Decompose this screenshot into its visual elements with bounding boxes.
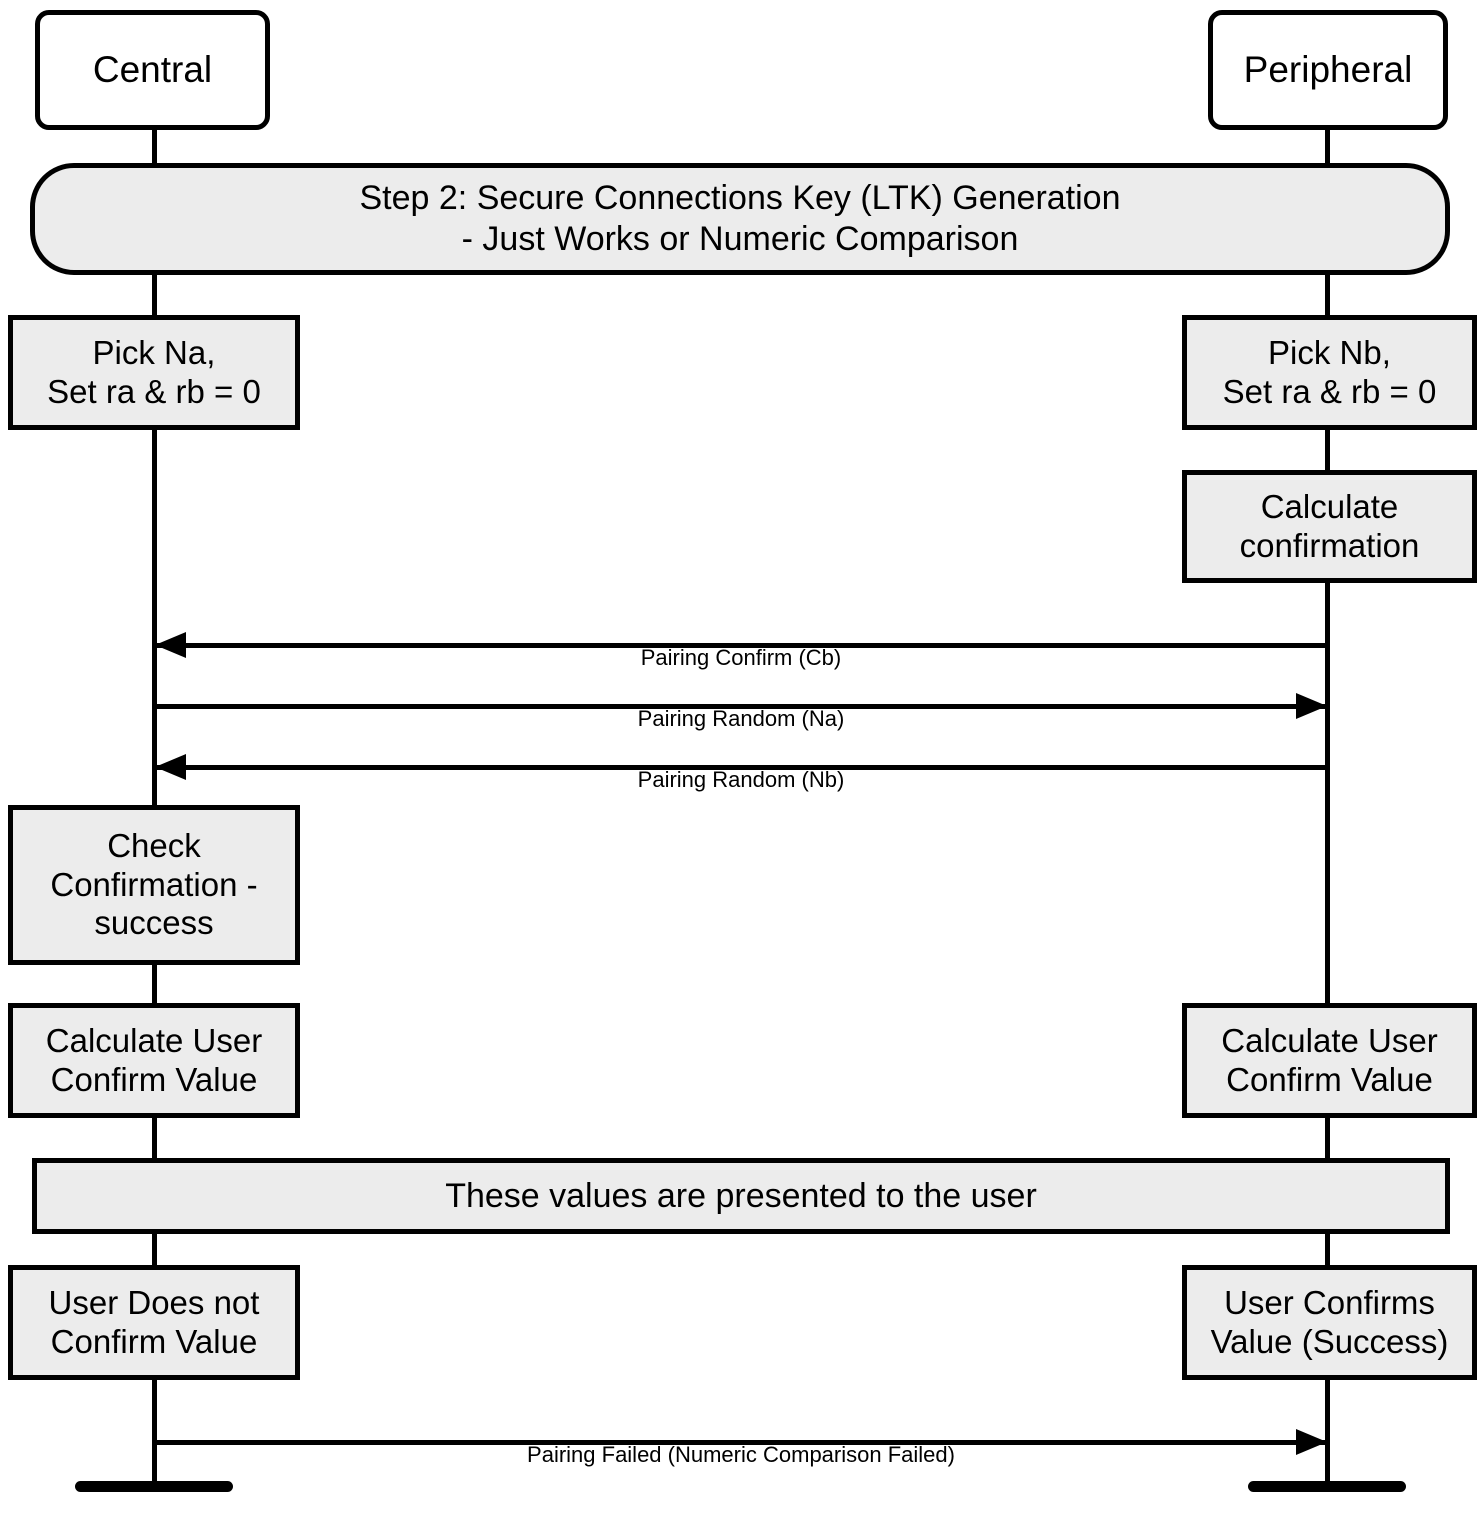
note-check-confirmation-line-3: success bbox=[94, 904, 214, 942]
msg-pairing-random-nb-label: Pairing Random (Nb) bbox=[637, 767, 845, 792]
banner-step-2-line-2: - Just Works or Numeric Comparison bbox=[461, 220, 1019, 258]
note-calculate-confirmation: Calculate confirmation bbox=[1182, 470, 1477, 583]
banner-step-2-line-1: Step 2: Secure Connections Key (LTK) Gen… bbox=[359, 179, 1121, 218]
actor-central[interactable]: Central bbox=[35, 10, 270, 130]
sequence-diagram-canvas: Central Peripheral Step 2: Secure Connec… bbox=[0, 0, 1480, 1522]
actor-peripheral[interactable]: Peripheral bbox=[1208, 10, 1448, 130]
note-calc-user-confirm-left-line-1: Calculate User bbox=[45, 1021, 263, 1059]
note-pick-nb-line-2: Set ra & rb = 0 bbox=[1222, 372, 1437, 410]
banner-values-presented: These values are presented to the user bbox=[32, 1158, 1450, 1234]
note-pick-na-line-2: Set ra & rb = 0 bbox=[47, 372, 261, 410]
lifeline-end-peripheral bbox=[1248, 1481, 1406, 1492]
note-calc-user-confirm-right-line-1: Calculate User bbox=[1221, 1021, 1438, 1059]
note-pick-na: Pick Na, Set ra & rb = 0 bbox=[8, 315, 300, 430]
msg-pairing-failed[interactable]: Pairing Failed (Numeric Comparison Faile… bbox=[155, 1429, 1327, 1480]
note-user-not-confirm-line-1: User Does not bbox=[48, 1283, 260, 1321]
note-user-confirms-line-2: Value (Success) bbox=[1210, 1322, 1449, 1360]
note-check-confirmation: Check Confirmation - success bbox=[8, 805, 300, 965]
note-user-confirms-line-1: User Confirms bbox=[1224, 1283, 1435, 1321]
actor-peripheral-label: Peripheral bbox=[1243, 48, 1413, 90]
note-check-confirmation-line-1: Check bbox=[107, 826, 201, 864]
note-pick-na-line-1: Pick Na, bbox=[92, 333, 216, 371]
note-calculate-confirmation-line-1: Calculate bbox=[1260, 487, 1399, 525]
note-calculate-confirmation-line-2: confirmation bbox=[1239, 526, 1420, 564]
note-pick-nb: Pick Nb, Set ra & rb = 0 bbox=[1182, 315, 1477, 430]
note-user-does-not-confirm: User Does not Confirm Value bbox=[8, 1265, 300, 1380]
note-calculate-user-confirm-value-peripheral: Calculate User Confirm Value bbox=[1182, 1003, 1477, 1118]
note-pick-nb-line-1: Pick Nb, bbox=[1268, 333, 1391, 371]
note-user-confirms-value: User Confirms Value (Success) bbox=[1182, 1265, 1477, 1380]
banner-values-presented-label: These values are presented to the user bbox=[445, 1176, 1037, 1215]
actor-central-label: Central bbox=[92, 48, 213, 90]
note-calculate-user-confirm-value-central: Calculate User Confirm Value bbox=[8, 1003, 300, 1118]
msg-pairing-random-na-label: Pairing Random (Na) bbox=[637, 706, 845, 731]
msg-pairing-confirm-cb-label: Pairing Confirm (Cb) bbox=[640, 645, 842, 670]
lifeline-end-central bbox=[75, 1481, 233, 1492]
note-calc-user-confirm-right-line-2: Confirm Value bbox=[1226, 1060, 1433, 1098]
msg-pairing-random-nb[interactable]: Pairing Random (Nb) bbox=[155, 754, 1327, 805]
msg-pairing-random-na[interactable]: Pairing Random (Na) bbox=[155, 693, 1327, 744]
note-calc-user-confirm-left-line-2: Confirm Value bbox=[50, 1060, 258, 1098]
msg-pairing-confirm-cb[interactable]: Pairing Confirm (Cb) bbox=[155, 632, 1327, 683]
banner-step-2: Step 2: Secure Connections Key (LTK) Gen… bbox=[30, 163, 1450, 275]
note-check-confirmation-line-2: Confirmation - bbox=[50, 865, 258, 903]
note-user-not-confirm-line-2: Confirm Value bbox=[50, 1322, 258, 1360]
msg-pairing-failed-label: Pairing Failed (Numeric Comparison Faile… bbox=[527, 1442, 955, 1467]
